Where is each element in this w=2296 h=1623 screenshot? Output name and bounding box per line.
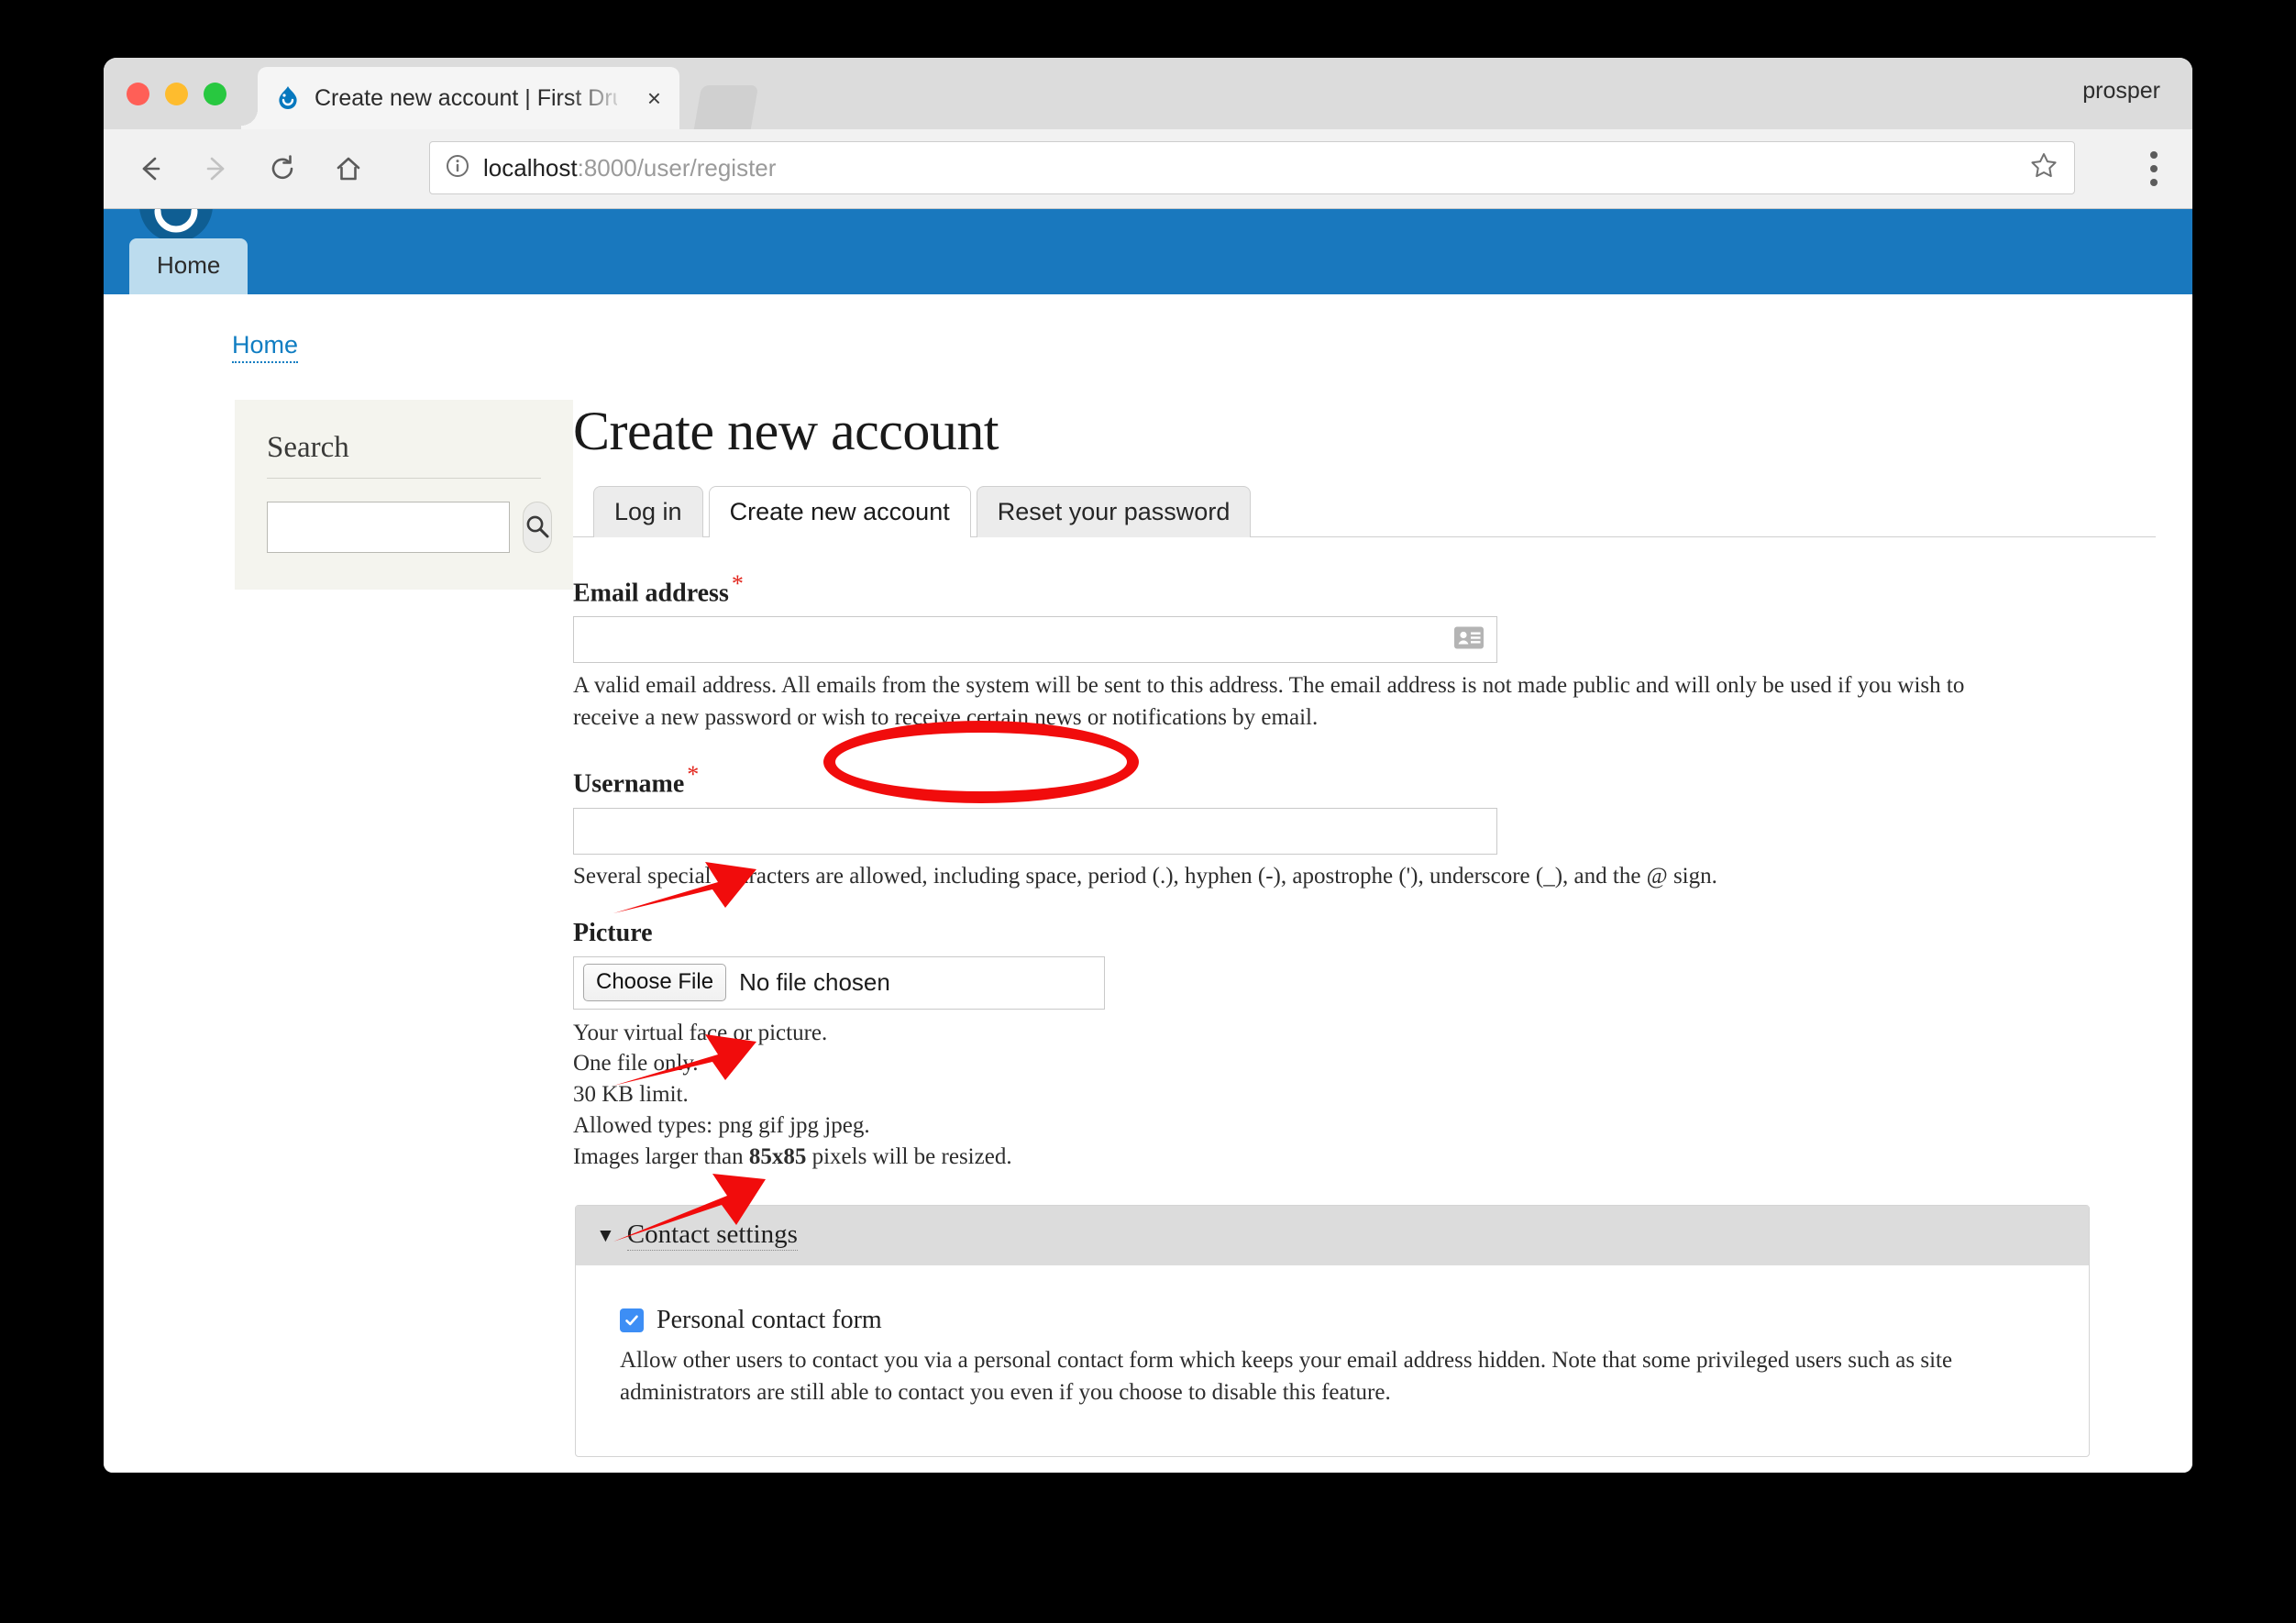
picture-label: Picture [573,918,653,947]
three-dots-menu-icon[interactable] [2150,151,2158,186]
sidebar: Search [104,400,573,1473]
username-input[interactable] [573,807,1497,855]
picture-form-item: Picture Choose File No file chosen Your … [573,919,2156,1173]
username-form-item: Username * Several special characters are… [573,761,2156,890]
page-title: Create new account [573,401,999,461]
username-label: Username * [573,761,2156,799]
magnifier-icon [524,513,551,543]
site-header: Home [104,209,2192,294]
search-block-title: Search [267,431,349,464]
info-circle-icon[interactable] [445,153,470,183]
address-bar[interactable]: localhost:8000/user/register [429,141,2075,194]
close-icon[interactable]: × [647,86,661,110]
required-marker: * [731,570,744,597]
drupal-favicon [274,84,302,112]
contact-settings-body: Personal contact form Allow other users … [576,1265,2089,1456]
new-tab-button[interactable] [693,85,759,129]
main-content: Create new account Log in Create new acc… [573,400,2192,1473]
picture-help-line: 30 KB limit. [573,1082,689,1108]
local-tasks-tabs: Log in Create new account Reset your pas… [573,483,2156,537]
close-window-button[interactable] [127,83,149,105]
required-marker: * [687,761,700,789]
email-input[interactable] [573,616,1497,664]
window-controls [127,83,226,105]
choose-file-button[interactable]: Choose File [583,964,727,1001]
search-form [267,502,552,553]
picture-resize-note: Images larger than 85x85 pixels will be … [573,1142,2156,1173]
personal-contact-form-label: Personal contact form [657,1306,882,1335]
address-bar-url: localhost:8000/user/register [483,154,776,182]
maximize-window-button[interactable] [204,83,226,105]
personal-contact-form-checkbox[interactable] [620,1308,644,1333]
tab-create-new-account[interactable]: Create new account [708,485,971,537]
file-status-text: No file chosen [739,968,890,997]
tab-reset-your-password[interactable]: Reset your password [976,485,1252,537]
page-viewport: Home Home Search Create new account Log … [104,209,2192,1473]
tab-log-in[interactable]: Log in [593,485,703,537]
picture-help-line: Allowed types: png gif jpg jpeg. [573,1112,870,1138]
search-title-divider [267,478,541,479]
username-description: Several special characters are allowed, … [573,863,1717,889]
browser-window: Create new account | First Dru × prosper [104,58,2192,1473]
breadcrumb-item-home[interactable]: Home [232,331,299,363]
picture-help-line: One file only. [573,1051,699,1076]
browser-tab[interactable]: Create new account | First Dru × [241,67,679,129]
resize-dimensions: 85x85 [748,1143,807,1169]
contact-card-icon[interactable] [1453,625,1485,654]
email-label-text: Email address [573,579,729,608]
primary-navigation: Home [129,238,248,294]
reload-icon[interactable] [256,142,309,195]
home-icon[interactable] [322,142,375,195]
breadcrumb: Home [104,294,2192,363]
resize-note-suffix: pixels will be resized. [806,1143,1012,1169]
picture-help-line: Your virtual face or picture. [573,1020,828,1045]
personal-contact-form-row: Personal contact form [620,1306,2045,1335]
file-upload-field[interactable]: Choose File No file chosen [573,955,1105,1010]
resize-note-prefix: Images larger than [573,1143,749,1169]
username-label-text: Username [573,769,685,799]
contact-settings-legend-text: Contact settings [626,1220,798,1252]
url-host: localhost [483,153,578,182]
contact-settings-description: Allow other users to contact you via a p… [620,1348,1953,1406]
content-wrapper: Search Create new account Log in Create … [104,359,2192,1473]
chevron-down-icon: ▼ [596,1223,615,1246]
email-description: A valid email address. All emails from t… [573,673,1965,730]
contact-settings-legend[interactable]: ▼ Contact settings [576,1206,2089,1266]
star-icon[interactable] [2028,150,2059,186]
create-account-form: Email address * A valid email address. A… [573,537,2156,1473]
search-submit-button[interactable] [523,502,552,553]
email-form-item: Email address * A valid email address. A… [573,570,2156,734]
url-path: :8000/user/register [577,153,777,182]
contact-settings-fieldset: ▼ Contact settings Personal contact form… [575,1205,2090,1458]
browser-tab-strip: Create new account | First Dru × prosper [104,58,2192,129]
browser-tab-title: Create new account | First Dru [315,84,617,111]
picture-help-lines: Your virtual face or picture. One file o… [573,1018,2156,1173]
email-label: Email address * [573,570,2156,608]
minimize-window-button[interactable] [165,83,188,105]
profile-name-label[interactable]: prosper [2082,78,2160,105]
browser-toolbar: localhost:8000/user/register [104,129,2192,209]
search-input[interactable] [267,502,510,553]
search-block: Search [235,400,573,590]
nav-item-home[interactable]: Home [129,238,248,294]
forward-arrow-icon[interactable] [190,142,243,195]
back-arrow-icon[interactable] [124,142,177,195]
